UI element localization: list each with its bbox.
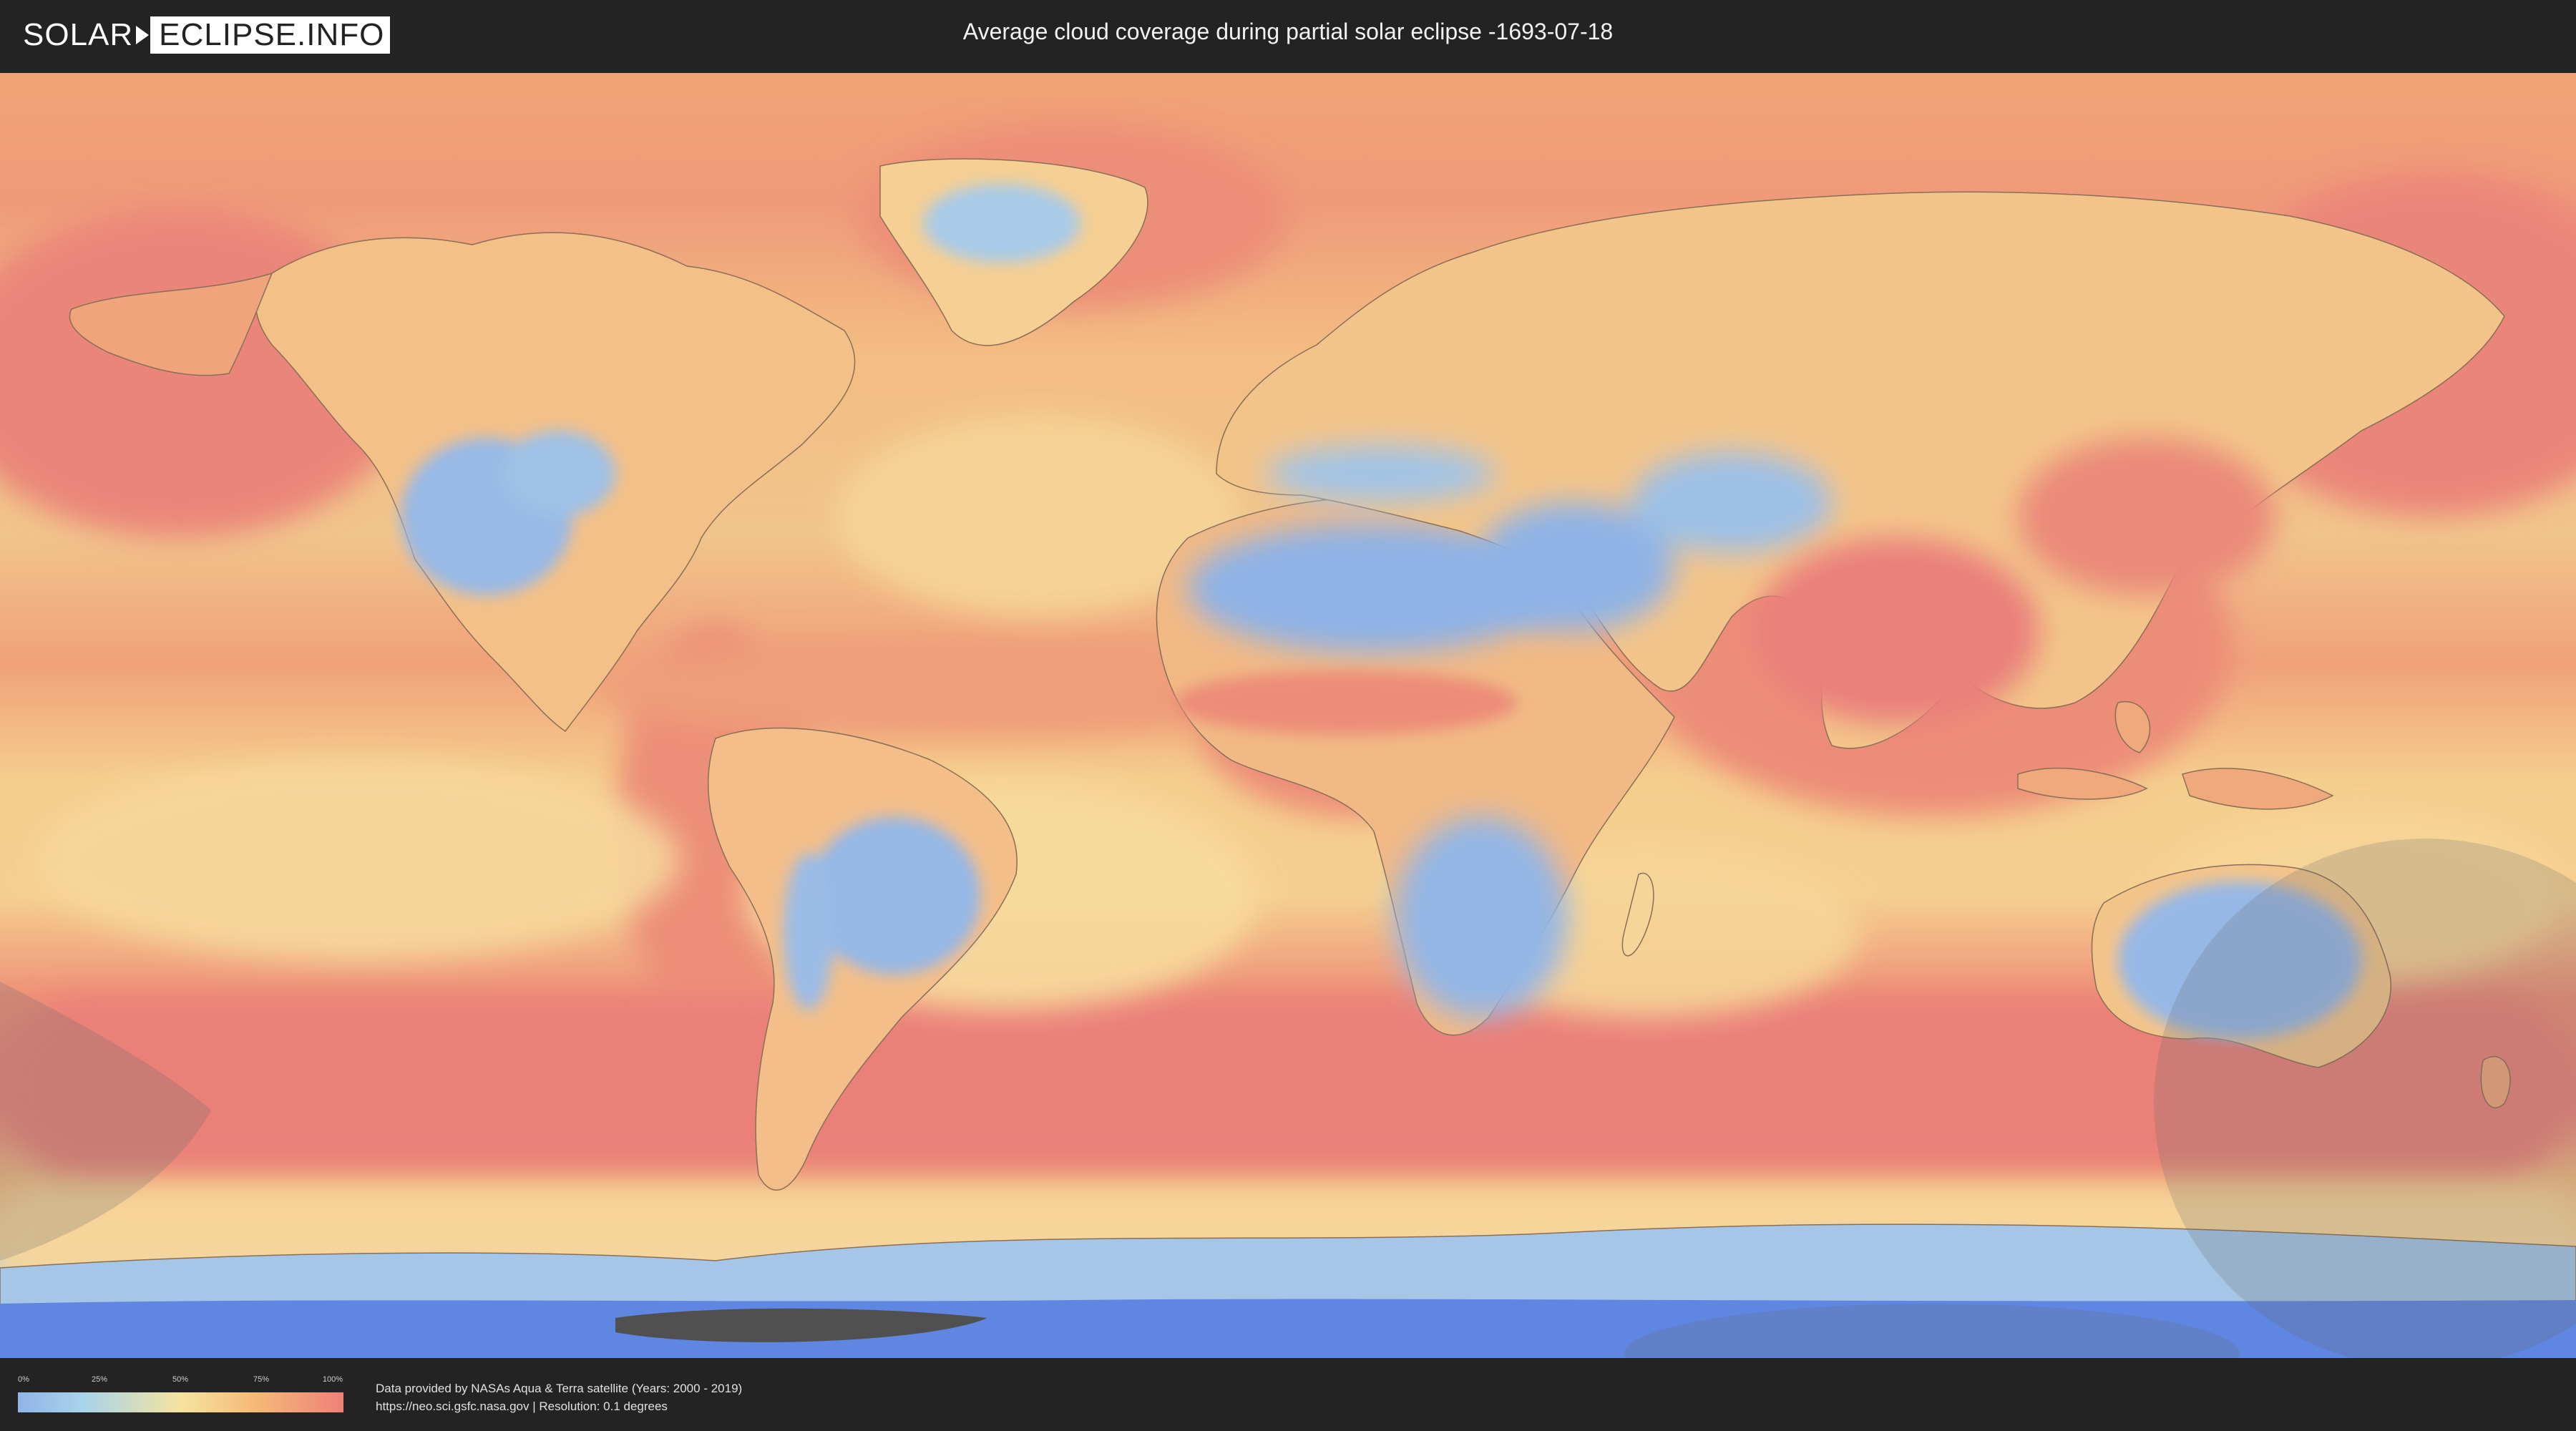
attribution-link[interactable]: https://neo.sci.gsfc.nasa.gov | Resoluti… (376, 1397, 742, 1415)
cloud-coverage-map (0, 73, 2576, 1358)
legend-tick-50: 50% (172, 1375, 189, 1384)
legend-tick-100: 100% (322, 1375, 343, 1384)
legend-tick-0: 0% (18, 1375, 29, 1384)
legend-tick-25: 25% (91, 1375, 108, 1384)
cloud-coverage-legend: 0% 25% 50% 75% 100% (18, 1375, 343, 1415)
attribution-source: Data provided by NASAs Aqua & Terra sate… (376, 1382, 743, 1395)
world-map-svg (0, 73, 2576, 1358)
data-attribution: Data provided by NASAs Aqua & Terra sate… (376, 1379, 742, 1415)
legend-tick-75: 75% (253, 1375, 270, 1384)
page-title: Average cloud coverage during partial so… (962, 19, 1614, 44)
legend-color-bar (18, 1392, 343, 1412)
header-bar: SOLAR ECLIPSE.INFO Average cloud coverag… (0, 0, 2576, 72)
